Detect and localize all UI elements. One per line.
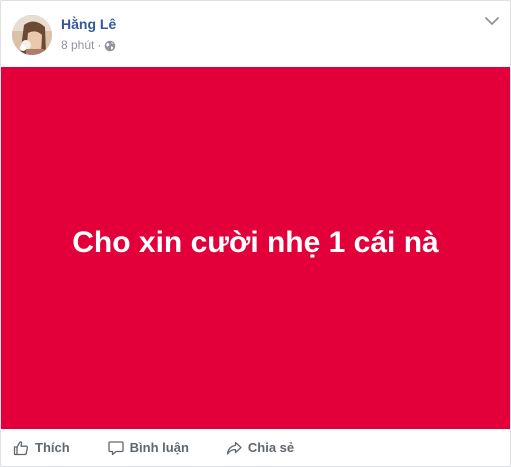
meta-separator: · [97,38,102,52]
share-label: Chia sẻ [247,440,295,455]
post-options-button[interactable] [482,13,502,29]
like-label: Thích [35,440,70,455]
post-timestamp[interactable]: 8 phút [61,38,94,52]
post-header: Hằng Lê 8 phút · [1,1,510,67]
feed-post: Hằng Lê 8 phút · Cho xin cười nhẹ 1 cái … [0,0,511,467]
share-button[interactable]: Chia sẻ [226,433,294,463]
comment-bubble-icon [108,440,124,455]
post-action-bar: Thích Bình luận Chia sẻ [1,429,510,466]
comment-label: Bình luận [129,440,189,455]
thumbs-up-icon [13,440,28,455]
chevron-down-icon [485,17,499,25]
post-card-text: Cho xin cười nhẹ 1 cái nà [72,226,439,259]
author-avatar[interactable] [12,15,52,55]
post-text-card: Cho xin cười nhẹ 1 cái nà [1,67,510,429]
post-meta: 8 phút · [61,38,116,52]
comment-button[interactable]: Bình luận [108,433,189,463]
like-button[interactable]: Thích [13,433,70,463]
globe-icon[interactable] [104,39,116,52]
share-arrow-icon [226,441,242,455]
author-name[interactable]: Hằng Lê [61,16,116,32]
profile-photo-icon [12,15,52,55]
